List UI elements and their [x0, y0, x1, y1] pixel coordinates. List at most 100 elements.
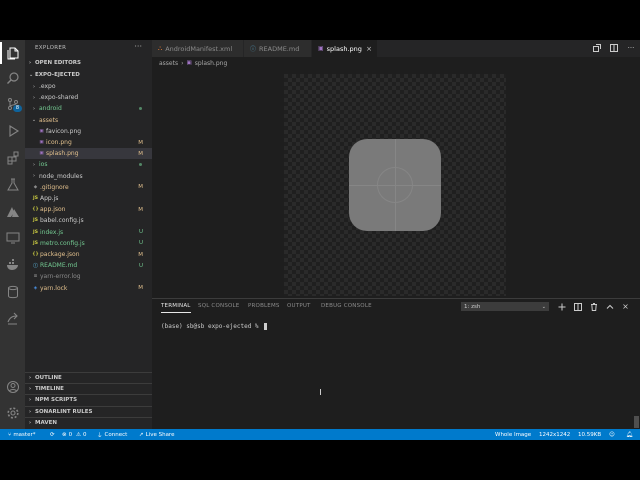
image-icon: ▣ [186, 60, 192, 66]
tree-item[interactable]: › .expo-shared [25, 92, 152, 103]
git-status-badge: U [138, 229, 143, 236]
tab-output[interactable]: OUTPUT [287, 299, 311, 313]
project-section[interactable]: ⌄ EXPO-EJECTED [25, 69, 152, 80]
live-share-status[interactable]: ➚ Live Share [139, 429, 174, 440]
image-size[interactable]: 10.59KB [578, 429, 601, 440]
tab-debug-console[interactable]: DEBUG CONSOLE [321, 299, 372, 313]
source-control-icon[interactable]: 8 [0, 93, 25, 115]
section-timeline[interactable]: › TIMELINE [25, 383, 152, 394]
git-status-badge: M [138, 184, 143, 191]
open-editors-section[interactable]: › OPEN EDITORS [25, 57, 152, 68]
tree-item[interactable]: ◈ yarn.lock M [25, 283, 152, 294]
log-icon: ≡ [33, 274, 38, 280]
tree-item[interactable]: › android [25, 103, 152, 114]
section-label: NPM SCRIPTS [35, 397, 78, 404]
tab-problems[interactable]: PROBLEMS [248, 299, 280, 313]
image-icon: ▣ [39, 140, 44, 145]
tree-item-label: ios [39, 161, 48, 169]
more-actions-icon[interactable]: ··· [134, 42, 142, 51]
git-status-badge: M [138, 251, 143, 258]
tab-sql-console[interactable]: SQL CONSOLE [198, 299, 239, 313]
tree-item[interactable]: {} package.json M [25, 249, 152, 260]
new-terminal-icon[interactable] [556, 301, 567, 312]
run-debug-icon[interactable] [0, 120, 25, 142]
tree-item[interactable]: ▣ splash.png M [25, 148, 152, 160]
section-sonarlint-rules[interactable]: › SONARLINT RULES [25, 405, 152, 417]
tree-item[interactable]: {} app.json M [25, 204, 152, 215]
text-cursor-icon [320, 389, 322, 395]
tree-item[interactable]: › ios [25, 159, 152, 170]
sync-status[interactable]: ⟳ [50, 429, 55, 440]
breadcrumb-folder[interactable]: assets [159, 60, 178, 67]
branch-status[interactable]: ⑂ master* [8, 429, 35, 440]
tree-item-label: yarn.lock [40, 284, 68, 292]
chevron-right-icon: › [33, 161, 35, 168]
section-npm-scripts[interactable]: › NPM SCRIPTS [25, 394, 152, 405]
tree-item[interactable]: ⓘ README.md U [25, 260, 152, 271]
tree-item[interactable]: JS babel.config.js [25, 215, 152, 226]
javascript-icon: JS [33, 229, 38, 235]
breadcrumb: assets › ▣ splash.png [159, 58, 227, 68]
maximize-panel-icon[interactable] [604, 301, 615, 312]
tab-terminal[interactable]: TERMINAL [161, 299, 191, 313]
azure-icon[interactable] [0, 201, 25, 223]
section-maven[interactable]: › MAVEN [25, 416, 152, 428]
trash-icon[interactable] [588, 301, 599, 312]
breadcrumb-file[interactable]: splash.png [195, 60, 228, 67]
feedback-icon[interactable]: ☺ [609, 429, 615, 440]
docker-icon[interactable] [0, 254, 25, 276]
tree-item[interactable]: ◆ .gitignore M [25, 182, 152, 193]
tree-item-label: .expo [39, 83, 56, 90]
connect-status[interactable]: ⏚ Connect [97, 429, 127, 440]
close-panel-icon[interactable]: × [620, 301, 631, 312]
tree-item[interactable]: JS metro.config.js U [25, 238, 152, 249]
tree-item[interactable]: ≡ yarn-error.log [25, 271, 152, 282]
chevron-down-icon: ⌄ [31, 117, 37, 124]
tab-label: AndroidManifest.xml [165, 44, 233, 53]
chevron-down-icon: ⌄ [541, 303, 546, 310]
tree-item[interactable]: ▣ icon.png M [25, 137, 152, 148]
panel-actions: × [556, 301, 631, 312]
tab-readme[interactable]: ⓘ README.md [244, 40, 312, 57]
tree-item[interactable]: › node_modules [25, 171, 152, 182]
tree-item[interactable]: › .expo [25, 81, 152, 92]
branch-name: master* [13, 431, 36, 438]
tree-item-label: android [39, 105, 62, 113]
section-outline[interactable]: › OUTLINE [25, 372, 152, 383]
tree-item[interactable]: ▣ favicon.png [25, 126, 152, 137]
search-icon[interactable] [0, 67, 25, 89]
explorer-icon[interactable] [0, 42, 25, 64]
split-terminal-icon[interactable] [572, 301, 583, 312]
tab-splash[interactable]: ▣ splash.png × [312, 40, 378, 57]
terminal-output[interactable]: (base) sb@sb expo-ejected % [161, 323, 268, 330]
open-editors-label: OPEN EDITORS [35, 59, 81, 66]
tab-androidmanifest[interactable]: ⛬ AndroidManifest.xml [152, 40, 244, 57]
notifications-icon[interactable]: 🔔︎ [626, 429, 633, 440]
testing-flask-icon[interactable] [0, 174, 25, 196]
terminal-scrollbar[interactable] [634, 416, 639, 428]
tree-item[interactable]: ⌄ assets [25, 115, 152, 126]
tab-label: README.md [259, 44, 300, 53]
more-actions-icon[interactable]: ··· [626, 43, 636, 53]
json-icon: {} [32, 207, 39, 213]
image-dimensions[interactable]: 1242x1242 [539, 429, 570, 440]
accounts-icon[interactable] [0, 376, 25, 398]
split-editor-icon[interactable] [609, 43, 619, 53]
settings-gear-icon[interactable] [0, 402, 25, 424]
live-share-icon[interactable] [0, 308, 25, 330]
close-icon[interactable]: × [366, 45, 372, 53]
image-preview[interactable] [284, 74, 506, 296]
database-icon[interactable] [0, 281, 25, 303]
problems-status[interactable]: ⊗ 0 ⚠ 0 [62, 429, 87, 440]
tree-item[interactable]: JS index.js U [25, 227, 152, 238]
remote-explorer-icon[interactable] [0, 227, 25, 249]
sync-icon: ⟳ [50, 431, 55, 438]
zoom-status[interactable]: Whole Image [495, 429, 531, 440]
chevron-right-icon: › [33, 105, 35, 112]
xml-icon: ⛬ [158, 44, 163, 52]
extensions-icon[interactable] [0, 147, 25, 169]
explorer-sidebar: EXPLORER ··· › OPEN EDITORS ⌄ EXPO-EJECT… [25, 40, 152, 429]
tree-item[interactable]: JS App.js [25, 193, 152, 204]
open-to-side-icon[interactable] [592, 43, 602, 53]
terminal-select[interactable]: 1: zsh ⌄ [461, 302, 549, 311]
